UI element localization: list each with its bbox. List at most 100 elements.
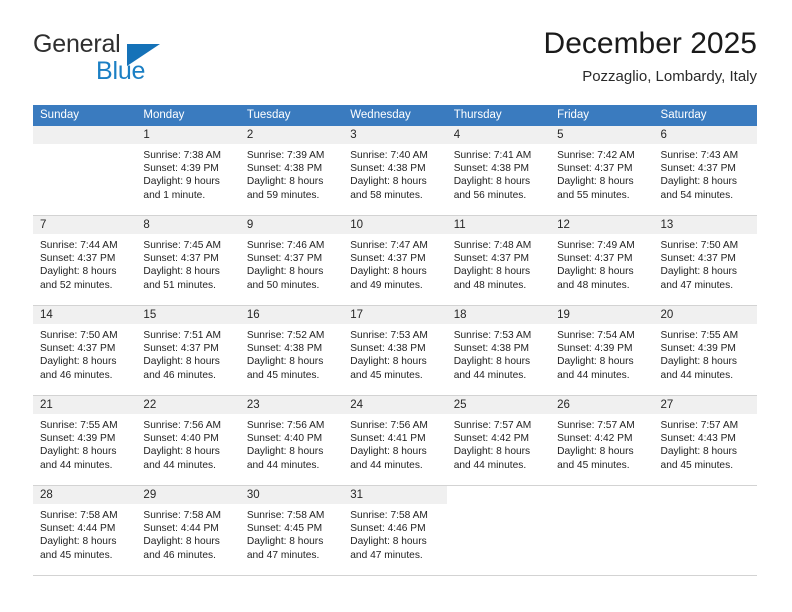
calendar-day-cell[interactable]: 8 Sunrise: 7:45 AM Sunset: 4:37 PM Daylight… (136, 216, 240, 305)
brand-logo[interactable]: General Blue (33, 30, 293, 92)
day-number: 11 (446, 216, 551, 234)
calendar-day-cell[interactable]: 31 Sunrise: 7:58 AM Sunset: 4:46 PM Dayligh… (343, 486, 447, 575)
sunrise-text: Sunrise: 7:39 AM (246, 150, 325, 161)
calendar-day-cell[interactable]: 13 Sunrise: 7:50 AM Sunset: 4:37 PM Dayligh… (653, 216, 757, 305)
daylight-text-line1: Daylight: 8 hours (453, 266, 531, 278)
day-details: Sunrise: 7:49 AM Sunset: 4:37 PM Daylight:… (550, 234, 653, 292)
calendar-day-cell[interactable]: 26 Sunrise: 7:57 AM Sunset: 4:42 PM Dayligh… (550, 396, 654, 485)
calendar-day-cell[interactable]: 10 Sunrise: 7:47 AM Sunset: 4:37 PM Dayligh… (343, 216, 447, 305)
day-details: Sunrise: 7:58 AM Sunset: 4:44 PM Daylight:… (33, 504, 136, 562)
day-details: Sunrise: 7:39 AM Sunset: 4:38 PM Daylight:… (240, 144, 343, 202)
calendar-day-cell[interactable]: 28 Sunrise: 7:58 AM Sunset: 4:44 PM Dayligh… (33, 486, 137, 575)
calendar-day-cell[interactable]: 11 Sunrise: 7:48 AM Sunset: 4:37 PM Dayligh… (446, 216, 551, 305)
calendar-day-cell[interactable]: 19 Sunrise: 7:54 AM Sunset: 4:39 PM Dayligh… (550, 306, 654, 395)
daylight-text-line2: and 58 minutes. (350, 189, 423, 201)
daylight-text-line1: Daylight: 8 hours (557, 446, 634, 458)
calendar-day-cell[interactable]: 3 Sunrise: 7:40 AM Sunset: 4:38 PM Daylight… (343, 126, 447, 215)
day-details: Sunrise: 7:57 AM Sunset: 4:42 PM Daylight:… (550, 414, 653, 472)
calendar-day-cell[interactable]: 9 Sunrise: 7:46 AM Sunset: 4:37 PM Daylight… (239, 216, 344, 305)
calendar-week-row: 14 Sunrise: 7:50 AM Sunset: 4:37 PM Dayligh… (33, 306, 757, 396)
daylight-text-line2: and 47 minutes. (246, 549, 320, 561)
daylight-text-line2: and 45 minutes. (40, 549, 113, 561)
sunset-text: Sunset: 4:42 PM (453, 433, 530, 445)
sunrise-text: Sunrise: 7:53 AM (350, 330, 428, 341)
daylight-text-line2: and 46 minutes. (143, 549, 216, 561)
day-details: Sunrise: 7:51 AM Sunset: 4:37 PM Daylight:… (136, 324, 239, 382)
daylight-text-line1: Daylight: 8 hours (350, 446, 427, 458)
calendar-week-row: 7 Sunrise: 7:44 AM Sunset: 4:37 PM Daylight… (33, 216, 757, 306)
calendar-day-cell[interactable]: 4 Sunrise: 7:41 AM Sunset: 4:38 PM Daylight… (446, 126, 551, 215)
sunrise-text: Sunrise: 7:58 AM (143, 510, 222, 521)
day-number (33, 126, 137, 144)
calendar-day-cell[interactable]: 7 Sunrise: 7:44 AM Sunset: 4:37 PM Daylight… (33, 216, 137, 305)
day-number: 2 (239, 126, 344, 144)
calendar-day-cell[interactable]: 17 Sunrise: 7:53 AM Sunset: 4:38 PM Dayligh… (343, 306, 447, 395)
calendar-week-row: 21 Sunrise: 7:55 AM Sunset: 4:39 PM Dayligh… (33, 396, 757, 486)
sunset-text: Sunset: 4:37 PM (660, 253, 736, 265)
daylight-text-line2: and 46 minutes. (40, 369, 113, 381)
day-number: 8 (136, 216, 240, 234)
day-details: Sunrise: 7:58 AM Sunset: 4:45 PM Daylight:… (240, 504, 343, 562)
sunrise-text: Sunrise: 7:55 AM (40, 420, 118, 431)
calendar-grid: Sunday Monday Tuesday Wednesday Thursday… (33, 105, 757, 576)
calendar-day-cell[interactable]: 18 Sunrise: 7:53 AM Sunset: 4:38 PM Dayligh… (446, 306, 551, 395)
calendar-day-cell[interactable]: 6 Sunrise: 7:43 AM Sunset: 4:37 PM Daylight… (653, 126, 757, 215)
calendar-day-cell[interactable]: 20 Sunrise: 7:55 AM Sunset: 4:39 PM Dayligh… (653, 306, 757, 395)
calendar-page: General Blue December 2025 Pozzaglio, Lo… (0, 0, 792, 612)
daylight-text-line2: and 51 minutes. (143, 279, 216, 291)
daylight-text-line1: Daylight: 8 hours (660, 266, 737, 278)
calendar-day-cell[interactable]: 24 Sunrise: 7:56 AM Sunset: 4:41 PM Dayligh… (343, 396, 447, 485)
sunset-text: Sunset: 4:40 PM (246, 433, 323, 445)
calendar-day-cell[interactable]: 23 Sunrise: 7:56 AM Sunset: 4:40 PM Dayligh… (239, 396, 344, 485)
calendar-day-cell[interactable]: 1 Sunrise: 7:38 AM Sunset: 4:39 PM Daylight… (136, 126, 240, 215)
calendar-day-cell[interactable]: 29 Sunrise: 7:58 AM Sunset: 4:44 PM Dayligh… (136, 486, 240, 575)
sunset-text: Sunset: 4:38 PM (453, 163, 530, 175)
day-number: 12 (550, 216, 654, 234)
daylight-text-line2: and 45 minutes. (350, 369, 423, 381)
calendar-day-cell[interactable]: 30 Sunrise: 7:58 AM Sunset: 4:45 PM Dayligh… (239, 486, 344, 575)
daylight-text-line1: Daylight: 8 hours (40, 536, 117, 548)
calendar-day-cell[interactable]: 5 Sunrise: 7:42 AM Sunset: 4:37 PM Daylight… (550, 126, 654, 215)
weekday-saturday: Saturday (660, 109, 707, 121)
sunset-text: Sunset: 4:44 PM (143, 523, 219, 535)
weekday-thursday: Thursday (453, 109, 502, 121)
sunrise-text: Sunrise: 7:56 AM (143, 420, 222, 431)
daylight-text-line1: Daylight: 8 hours (246, 536, 324, 548)
calendar-day-cell[interactable]: 22 Sunrise: 7:56 AM Sunset: 4:40 PM Dayligh… (136, 396, 240, 485)
sunrise-text: Sunrise: 7:57 AM (557, 420, 635, 431)
calendar-day-cell[interactable]: 12 Sunrise: 7:49 AM Sunset: 4:37 PM Dayligh… (550, 216, 654, 305)
day-details: Sunrise: 7:42 AM Sunset: 4:37 PM Daylight:… (550, 144, 653, 202)
sunrise-text: Sunrise: 7:44 AM (40, 240, 118, 251)
sunset-text: Sunset: 4:37 PM (660, 163, 736, 175)
daylight-text-line2: and 44 minutes. (453, 369, 527, 381)
title-block: December 2025 Pozzaglio, Lombardy, Italy (544, 26, 757, 88)
daylight-text-line1: Daylight: 8 hours (453, 446, 531, 458)
calendar-day-cell[interactable]: 15 Sunrise: 7:51 AM Sunset: 4:37 PM Dayligh… (136, 306, 240, 395)
daylight-text-line2: and 59 minutes. (246, 189, 320, 201)
sunset-text: Sunset: 4:43 PM (660, 433, 736, 445)
day-details: Sunrise: 7:56 AM Sunset: 4:41 PM Daylight:… (343, 414, 446, 472)
daylight-text-line2: and 44 minutes. (557, 369, 630, 381)
day-number: 26 (550, 396, 654, 414)
daylight-text-line1: Daylight: 8 hours (246, 266, 324, 278)
day-number: 30 (239, 486, 344, 504)
day-number: 20 (653, 306, 757, 324)
day-number: 16 (239, 306, 344, 324)
calendar-day-cell[interactable]: 27 Sunrise: 7:57 AM Sunset: 4:43 PM Dayligh… (653, 396, 757, 485)
calendar-day-cell[interactable]: 16 Sunrise: 7:52 AM Sunset: 4:38 PM Dayligh… (239, 306, 344, 395)
day-number (446, 486, 551, 504)
day-details: Sunrise: 7:55 AM Sunset: 4:39 PM Daylight:… (33, 414, 136, 472)
calendar-day-cell[interactable]: 2 Sunrise: 7:39 AM Sunset: 4:38 PM Daylight… (239, 126, 344, 215)
calendar-day-cell[interactable]: 21 Sunrise: 7:55 AM Sunset: 4:39 PM Dayligh… (33, 396, 137, 485)
daylight-text-line1: Daylight: 8 hours (453, 176, 531, 188)
day-details: Sunrise: 7:40 AM Sunset: 4:38 PM Daylight:… (343, 144, 446, 202)
page-title: December 2025 (543, 27, 757, 60)
day-details: Sunrise: 7:48 AM Sunset: 4:37 PM Daylight:… (447, 234, 550, 292)
calendar-day-cell[interactable]: 25 Sunrise: 7:57 AM Sunset: 4:42 PM Dayligh… (446, 396, 551, 485)
calendar-day-cell[interactable]: 14 Sunrise: 7:50 AM Sunset: 4:37 PM Dayligh… (33, 306, 137, 395)
daylight-text-line1: Daylight: 8 hours (350, 176, 427, 188)
daylight-text-line2: and 47 minutes. (350, 549, 423, 561)
day-details: Sunrise: 7:56 AM Sunset: 4:40 PM Daylight:… (240, 414, 343, 472)
daylight-text-line2: and 46 minutes. (143, 369, 216, 381)
day-details: Sunrise: 7:50 AM Sunset: 4:37 PM Daylight:… (654, 234, 757, 292)
